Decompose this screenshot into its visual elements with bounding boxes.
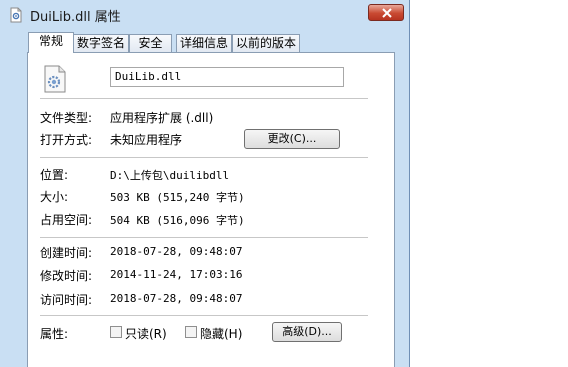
size-value: 503 KB (515,240 字节): [110, 191, 245, 204]
accessed-label: 访问时间:: [40, 293, 93, 307]
advanced-button[interactable]: 高级(D)...: [272, 322, 342, 342]
modified-label: 修改时间:: [40, 269, 93, 283]
readonly-label[interactable]: 只读(R): [125, 325, 167, 342]
location-label: 位置:: [40, 168, 69, 182]
separator: [40, 157, 368, 158]
separator: [40, 237, 368, 238]
general-panel: DuiLib.dll 文件类型: 应用程序扩展 (.dll) 打开方式: 未知应…: [27, 52, 395, 367]
tab-security[interactable]: 安全: [129, 34, 172, 52]
modified-value: 2014-11-24, 17:03:16: [110, 268, 243, 281]
file-type-label: 文件类型:: [40, 111, 93, 125]
filename-field[interactable]: DuiLib.dll: [110, 67, 344, 87]
properties-window: DuiLib.dll 属性 常规 数字签名 安全 详细信息 以前的版本 DuiL…: [0, 0, 410, 367]
separator: [40, 98, 368, 99]
size-label: 大小:: [40, 190, 69, 204]
attributes-label: 属性:: [40, 327, 69, 341]
close-icon: [382, 8, 392, 18]
open-with-value: 未知应用程序: [110, 133, 183, 147]
tab-general[interactable]: 常规: [28, 32, 74, 53]
accessed-value: 2018-07-28, 09:48:07: [110, 292, 243, 305]
title-bar[interactable]: DuiLib.dll 属性: [0, 0, 410, 28]
dll-file-gear-icon: [42, 65, 68, 96]
created-label: 创建时间:: [40, 246, 93, 260]
hidden-label[interactable]: 隐藏(H): [200, 325, 242, 342]
change-button[interactable]: 更改(C)...: [244, 129, 340, 149]
size-on-disk-label: 占用空间:: [40, 213, 93, 227]
location-value: D:\上传包\duilibdll: [110, 169, 230, 182]
file-type-value: 应用程序扩展 (.dll): [110, 111, 214, 125]
window-title: DuiLib.dll 属性: [30, 10, 121, 25]
tab-details[interactable]: 详细信息: [176, 34, 232, 52]
tab-previous-versions[interactable]: 以前的版本: [232, 34, 300, 52]
hidden-checkbox[interactable]: [185, 326, 197, 338]
dll-file-icon: [8, 7, 24, 23]
open-with-label: 打开方式:: [40, 133, 93, 147]
created-value: 2018-07-28, 09:48:07: [110, 245, 243, 258]
size-on-disk-value: 504 KB (516,096 字节): [110, 214, 245, 227]
separator: [40, 315, 368, 316]
close-button[interactable]: [368, 4, 404, 21]
readonly-checkbox[interactable]: [110, 326, 122, 338]
tab-digital-signatures[interactable]: 数字签名: [73, 34, 129, 52]
